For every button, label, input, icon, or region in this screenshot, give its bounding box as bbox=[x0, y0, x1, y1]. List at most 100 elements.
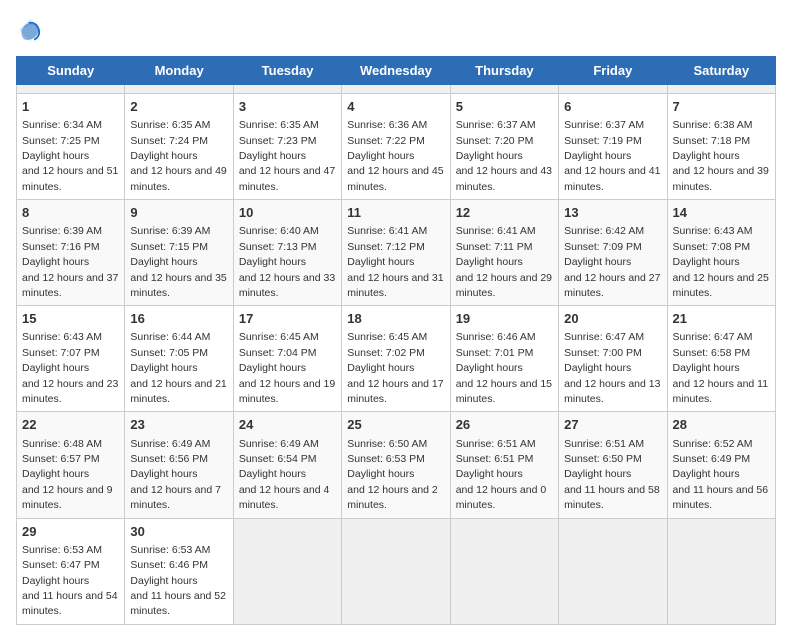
day-number: 15 bbox=[22, 310, 119, 328]
cell-info: Sunrise: 6:45 AMSunset: 7:04 PMDaylight … bbox=[239, 331, 335, 405]
cell-info: Sunrise: 6:36 AMSunset: 7:22 PMDaylight … bbox=[347, 119, 443, 193]
day-number: 16 bbox=[130, 310, 227, 328]
calendar-cell: 6 Sunrise: 6:37 AMSunset: 7:19 PMDaylight… bbox=[559, 94, 667, 200]
calendar-cell bbox=[342, 85, 450, 94]
cell-info: Sunrise: 6:37 AMSunset: 7:19 PMDaylight … bbox=[564, 119, 660, 193]
calendar-cell bbox=[17, 85, 125, 94]
cell-info: Sunrise: 6:39 AMSunset: 7:16 PMDaylight … bbox=[22, 225, 118, 299]
calendar-cell: 17 Sunrise: 6:45 AMSunset: 7:04 PMDayligh… bbox=[233, 306, 341, 412]
day-number: 24 bbox=[239, 416, 336, 434]
col-header-saturday: Saturday bbox=[667, 57, 775, 85]
day-number: 2 bbox=[130, 98, 227, 116]
calendar-cell: 13 Sunrise: 6:42 AMSunset: 7:09 PMDayligh… bbox=[559, 200, 667, 306]
calendar-cell: 14 Sunrise: 6:43 AMSunset: 7:08 PMDayligh… bbox=[667, 200, 775, 306]
day-number: 10 bbox=[239, 204, 336, 222]
calendar-cell: 5 Sunrise: 6:37 AMSunset: 7:20 PMDaylight… bbox=[450, 94, 558, 200]
calendar-cell: 25 Sunrise: 6:50 AMSunset: 6:53 PMDayligh… bbox=[342, 412, 450, 518]
day-number: 14 bbox=[673, 204, 770, 222]
calendar-cell: 7Sunrise: 6:38 AMSunset: 7:18 PMDaylight… bbox=[667, 94, 775, 200]
day-number: 7 bbox=[673, 98, 770, 116]
calendar-cell: 4Sunrise: 6:36 AMSunset: 7:22 PMDaylight… bbox=[342, 94, 450, 200]
week-row bbox=[17, 85, 776, 94]
logo-icon bbox=[16, 16, 44, 44]
cell-info: Sunrise: 6:50 AMSunset: 6:53 PMDaylight … bbox=[347, 438, 438, 512]
calendar-cell: 26 Sunrise: 6:51 AMSunset: 6:51 PMDayligh… bbox=[450, 412, 558, 518]
day-number: 22 bbox=[22, 416, 119, 434]
day-number: 23 bbox=[130, 416, 227, 434]
cell-info: Sunrise: 6:46 AMSunset: 7:01 PMDaylight … bbox=[456, 331, 552, 405]
calendar-cell: 21Sunrise: 6:47 AMSunset: 6:58 PMDayligh… bbox=[667, 306, 775, 412]
calendar-cell: 9Sunrise: 6:39 AMSunset: 7:15 PMDaylight… bbox=[125, 200, 233, 306]
calendar-cell: 11Sunrise: 6:41 AMSunset: 7:12 PMDayligh… bbox=[342, 200, 450, 306]
calendar-cell: 15 Sunrise: 6:43 AMSunset: 7:07 PMDayligh… bbox=[17, 306, 125, 412]
day-number: 6 bbox=[564, 98, 661, 116]
calendar-cell: 8 Sunrise: 6:39 AMSunset: 7:16 PMDaylight… bbox=[17, 200, 125, 306]
calendar-cell bbox=[667, 518, 775, 624]
cell-info: Sunrise: 6:45 AMSunset: 7:02 PMDaylight … bbox=[347, 331, 443, 405]
cell-info: Sunrise: 6:34 AMSunset: 7:25 PMDaylight … bbox=[22, 119, 118, 193]
day-number: 27 bbox=[564, 416, 661, 434]
day-number: 12 bbox=[456, 204, 553, 222]
calendar-cell: 12 Sunrise: 6:41 AMSunset: 7:11 PMDayligh… bbox=[450, 200, 558, 306]
cell-info: Sunrise: 6:47 AMSunset: 7:00 PMDaylight … bbox=[564, 331, 660, 405]
week-row: 8 Sunrise: 6:39 AMSunset: 7:16 PMDaylight… bbox=[17, 200, 776, 306]
day-number: 25 bbox=[347, 416, 444, 434]
calendar-cell: 27Sunrise: 6:51 AMSunset: 6:50 PMDayligh… bbox=[559, 412, 667, 518]
cell-info: Sunrise: 6:43 AMSunset: 7:07 PMDaylight … bbox=[22, 331, 118, 405]
cell-info: Sunrise: 6:39 AMSunset: 7:15 PMDaylight … bbox=[130, 225, 226, 299]
cell-info: Sunrise: 6:52 AMSunset: 6:49 PMDaylight … bbox=[673, 438, 769, 512]
cell-info: Sunrise: 6:40 AMSunset: 7:13 PMDaylight … bbox=[239, 225, 335, 299]
calendar-cell: 22 Sunrise: 6:48 AMSunset: 6:57 PMDayligh… bbox=[17, 412, 125, 518]
calendar-table: SundayMondayTuesdayWednesdayThursdayFrid… bbox=[16, 56, 776, 625]
week-row: 15 Sunrise: 6:43 AMSunset: 7:07 PMDayligh… bbox=[17, 306, 776, 412]
logo bbox=[16, 16, 48, 44]
calendar-cell: 10 Sunrise: 6:40 AMSunset: 7:13 PMDayligh… bbox=[233, 200, 341, 306]
day-number: 26 bbox=[456, 416, 553, 434]
calendar-cell bbox=[559, 518, 667, 624]
cell-info: Sunrise: 6:49 AMSunset: 6:54 PMDaylight … bbox=[239, 438, 330, 512]
calendar-cell: 16 Sunrise: 6:44 AMSunset: 7:05 PMDayligh… bbox=[125, 306, 233, 412]
calendar-cell: 1Sunrise: 6:34 AMSunset: 7:25 PMDaylight… bbox=[17, 94, 125, 200]
calendar-cell bbox=[450, 518, 558, 624]
week-row: 29Sunrise: 6:53 AMSunset: 6:47 PMDayligh… bbox=[17, 518, 776, 624]
calendar-cell: 20 Sunrise: 6:47 AMSunset: 7:00 PMDayligh… bbox=[559, 306, 667, 412]
day-number: 20 bbox=[564, 310, 661, 328]
week-row: 1Sunrise: 6:34 AMSunset: 7:25 PMDaylight… bbox=[17, 94, 776, 200]
calendar-cell: 24 Sunrise: 6:49 AMSunset: 6:54 PMDayligh… bbox=[233, 412, 341, 518]
cell-info: Sunrise: 6:47 AMSunset: 6:58 PMDaylight … bbox=[673, 331, 769, 405]
day-number: 19 bbox=[456, 310, 553, 328]
day-number: 29 bbox=[22, 523, 119, 541]
cell-info: Sunrise: 6:42 AMSunset: 7:09 PMDaylight … bbox=[564, 225, 660, 299]
cell-info: Sunrise: 6:41 AMSunset: 7:12 PMDaylight … bbox=[347, 225, 443, 299]
calendar-cell: 3Sunrise: 6:35 AMSunset: 7:23 PMDaylight… bbox=[233, 94, 341, 200]
col-header-tuesday: Tuesday bbox=[233, 57, 341, 85]
calendar-cell: 23 Sunrise: 6:49 AMSunset: 6:56 PMDayligh… bbox=[125, 412, 233, 518]
calendar-cell: 18Sunrise: 6:45 AMSunset: 7:02 PMDayligh… bbox=[342, 306, 450, 412]
day-number: 17 bbox=[239, 310, 336, 328]
cell-info: Sunrise: 6:44 AMSunset: 7:05 PMDaylight … bbox=[130, 331, 226, 405]
col-header-sunday: Sunday bbox=[17, 57, 125, 85]
cell-info: Sunrise: 6:49 AMSunset: 6:56 PMDaylight … bbox=[130, 438, 221, 512]
calendar-cell: 19 Sunrise: 6:46 AMSunset: 7:01 PMDayligh… bbox=[450, 306, 558, 412]
day-number: 5 bbox=[456, 98, 553, 116]
cell-info: Sunrise: 6:37 AMSunset: 7:20 PMDaylight … bbox=[456, 119, 552, 193]
calendar-cell: 30Sunrise: 6:53 AMSunset: 6:46 PMDayligh… bbox=[125, 518, 233, 624]
day-number: 3 bbox=[239, 98, 336, 116]
calendar-cell bbox=[559, 85, 667, 94]
calendar-cell bbox=[667, 85, 775, 94]
cell-info: Sunrise: 6:43 AMSunset: 7:08 PMDaylight … bbox=[673, 225, 769, 299]
calendar-cell bbox=[342, 518, 450, 624]
cell-info: Sunrise: 6:35 AMSunset: 7:24 PMDaylight … bbox=[130, 119, 226, 193]
col-header-wednesday: Wednesday bbox=[342, 57, 450, 85]
cell-info: Sunrise: 6:51 AMSunset: 6:51 PMDaylight … bbox=[456, 438, 547, 512]
calendar-cell: 2 Sunrise: 6:35 AMSunset: 7:24 PMDaylight… bbox=[125, 94, 233, 200]
cell-info: Sunrise: 6:41 AMSunset: 7:11 PMDaylight … bbox=[456, 225, 552, 299]
week-row: 22 Sunrise: 6:48 AMSunset: 6:57 PMDayligh… bbox=[17, 412, 776, 518]
day-number: 28 bbox=[673, 416, 770, 434]
day-number: 13 bbox=[564, 204, 661, 222]
calendar-cell: 29Sunrise: 6:53 AMSunset: 6:47 PMDayligh… bbox=[17, 518, 125, 624]
day-number: 8 bbox=[22, 204, 119, 222]
page-header bbox=[16, 16, 776, 44]
cell-info: Sunrise: 6:48 AMSunset: 6:57 PMDaylight … bbox=[22, 438, 113, 512]
col-header-thursday: Thursday bbox=[450, 57, 558, 85]
